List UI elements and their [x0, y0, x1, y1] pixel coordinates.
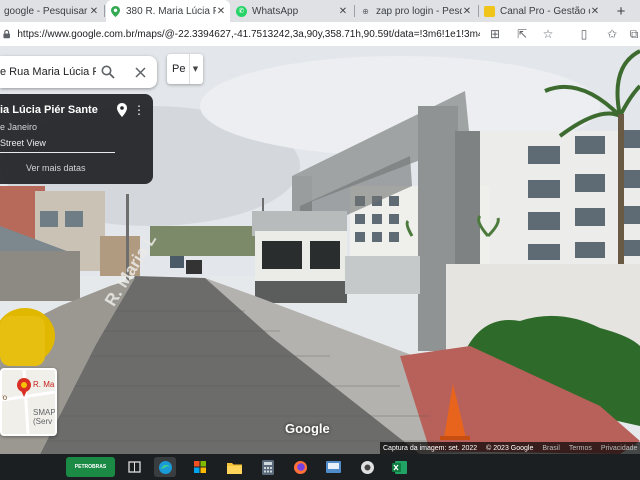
- canalpro-favicon-icon: [484, 5, 495, 17]
- tab-label: 380 R. Maria Lúcia Piér: [126, 5, 216, 17]
- favorites-icon[interactable]: ✩: [604, 26, 620, 42]
- place-info-card: ia Lúcia Piér Sante e Janeiro Street Vie…: [0, 94, 153, 184]
- calculator-icon[interactable]: [258, 457, 278, 477]
- attribution-bar: Captura da imagem: set. 2022 © 2023 Goog…: [380, 442, 640, 454]
- task-view-icon[interactable]: [124, 457, 144, 477]
- side-panel-icon[interactable]: ▯: [576, 26, 592, 42]
- street-view-label: Street View: [0, 138, 46, 148]
- close-tab-icon[interactable]: ✕: [338, 6, 348, 17]
- bookmark-star-icon[interactable]: ☆: [540, 26, 556, 42]
- tab-divider: [104, 5, 105, 17]
- minimap-label: (Serv: [33, 417, 53, 426]
- file-explorer-icon[interactable]: [224, 457, 244, 477]
- more-options-icon[interactable]: ⋮: [133, 103, 145, 119]
- excel-icon[interactable]: [389, 457, 409, 477]
- lock-icon: [3, 29, 10, 39]
- tab-label: WhatsApp: [252, 5, 299, 17]
- google-logo: Google: [285, 421, 330, 436]
- address-bar[interactable]: https://www.google.com.br/maps/@-22.3394…: [0, 24, 480, 44]
- privacy-link[interactable]: Privacidade: [601, 445, 638, 452]
- tab-label: google - Pesquisar: [4, 5, 88, 17]
- whatsapp-favicon-icon: ✆: [236, 5, 247, 17]
- tab-divider: [478, 5, 479, 17]
- street-view-panorama[interactable]: R. Maria L e Rua Maria Lúcia P Pe ▼ ia L…: [0, 46, 640, 454]
- close-tab-icon[interactable]: ✕: [216, 6, 226, 17]
- close-tab-icon[interactable]: ✕: [89, 6, 99, 17]
- place-subtitle: e Janeiro: [0, 122, 38, 132]
- close-tab-icon[interactable]: ✕: [462, 6, 472, 17]
- minimap-label: SMAP: [33, 408, 56, 417]
- browser-toolbar: https://www.google.com.br/maps/@-22.3394…: [0, 22, 640, 46]
- browser-tab-strip: google - Pesquisar ✕ 380 R. Maria Lúcia …: [0, 0, 640, 22]
- share-icon[interactable]: ⇱: [514, 26, 530, 42]
- install-app-icon[interactable]: ⊞: [487, 26, 503, 42]
- capture-date: Captura da imagem: set. 2022: [383, 444, 478, 452]
- copyright-text: © 2023 Google: [486, 444, 534, 452]
- close-tab-icon[interactable]: ✕: [590, 6, 600, 17]
- tab-whatsapp[interactable]: ✆ WhatsApp ✕: [232, 0, 352, 22]
- tab-label: zap pro login - Pesquis: [376, 5, 462, 17]
- screen-capture-icon[interactable]: [323, 457, 343, 477]
- minimap[interactable]: ro R. Ma SMAP (Serv: [0, 368, 57, 436]
- terms-link[interactable]: Termos: [569, 445, 592, 452]
- see-more-dates-link[interactable]: Ver mais datas: [26, 163, 86, 173]
- chevron-down-icon: ▼: [189, 54, 201, 84]
- new-tab-button[interactable]: +: [610, 0, 632, 22]
- place-title: ia Lúcia Piér Sante: [0, 104, 98, 116]
- layer-dropdown-label: Pe: [172, 63, 186, 75]
- tab-zap-search[interactable]: ⊕ zap pro login - Pesquis ✕: [356, 0, 476, 22]
- petrobras-label: PETROBRAS: [74, 464, 107, 470]
- firefox-icon[interactable]: [290, 457, 310, 477]
- search-input[interactable]: e Rua Maria Lúcia P: [0, 66, 96, 78]
- tab-maps[interactable]: 380 R. Maria Lúcia Piér ✕: [106, 0, 230, 22]
- edge-browser-icon[interactable]: [155, 457, 175, 477]
- chrome-like-app-icon[interactable]: [357, 457, 377, 477]
- microsoft-store-icon[interactable]: [190, 457, 210, 477]
- close-icon[interactable]: [130, 62, 150, 82]
- search-icon[interactable]: [98, 62, 118, 82]
- os-taskbar: PETROBRAS: [0, 454, 640, 480]
- petrobras-app-button[interactable]: PETROBRAS: [66, 457, 115, 477]
- maps-search-box: e Rua Maria Lúcia P: [0, 56, 157, 88]
- tab-label: Canal Pro - Gestão de: [500, 5, 590, 17]
- extensions-icon[interactable]: ⧉: [626, 26, 640, 42]
- url-text: https://www.google.com.br/maps/@-22.3394…: [17, 28, 480, 40]
- layer-dropdown[interactable]: Pe ▼: [167, 54, 203, 84]
- tab-divider: [354, 5, 355, 17]
- location-pin-icon[interactable]: [117, 103, 127, 117]
- tab-google-search[interactable]: google - Pesquisar ✕: [0, 0, 103, 22]
- search-favicon-icon: ⊕: [362, 6, 369, 16]
- divider: [0, 152, 115, 153]
- minimap-label: R. Ma: [33, 380, 55, 389]
- minimap-label: ro: [0, 393, 8, 402]
- maps-pin-favicon-icon: [110, 5, 121, 17]
- tab-canal-pro[interactable]: Canal Pro - Gestão de ✕: [480, 0, 604, 22]
- region-link[interactable]: Brasil: [542, 445, 560, 452]
